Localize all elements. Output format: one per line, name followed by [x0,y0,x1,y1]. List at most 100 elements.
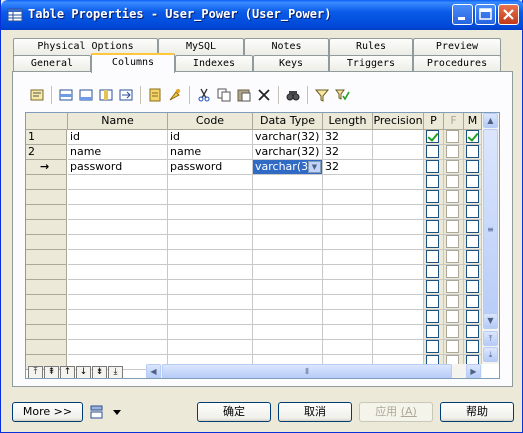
tab-rules[interactable]: Rules [329,38,413,56]
table-cell[interactable] [323,310,373,325]
column-header-name[interactable]: Name [68,113,168,130]
row-header[interactable] [26,340,67,355]
table-cell[interactable] [373,175,424,190]
checkbox-p[interactable] [426,250,439,263]
table-cell[interactable]: id [168,130,253,145]
table-cell[interactable] [68,265,168,280]
table-cell[interactable]: password [68,160,168,175]
ok-button[interactable]: 确定 [197,402,271,422]
delete-icon[interactable] [254,85,274,105]
row-header[interactable] [26,220,67,235]
checkbox-m[interactable] [466,145,479,158]
checkbox-p[interactable] [426,130,439,143]
scroll-page-down-button[interactable]: ⤓ [483,347,498,362]
row-header[interactable] [26,265,67,280]
scroll-right-button[interactable]: ▶ [466,364,481,378]
row-header[interactable]: 1 [26,130,67,145]
insert-row-icon[interactable] [56,85,76,105]
row-header[interactable] [26,250,67,265]
help-button[interactable]: 帮助 [440,402,514,422]
row-header[interactable] [26,235,67,250]
table-cell[interactable] [323,265,373,280]
checkbox-m[interactable] [466,265,479,278]
table-cell[interactable] [168,265,253,280]
checkbox-m[interactable] [466,130,479,143]
table-cell[interactable] [253,325,323,340]
find-icon[interactable] [283,85,303,105]
table-cell[interactable] [373,160,424,175]
checkbox-f[interactable] [446,250,459,263]
add-row-icon[interactable] [76,85,96,105]
table-cell[interactable] [68,310,168,325]
table-cell[interactable] [168,280,253,295]
checkbox-p[interactable] [426,295,439,308]
row-header[interactable]: → [26,160,67,175]
tab-notes[interactable]: Notes [244,38,329,56]
checkbox-f[interactable] [446,220,459,233]
table-cell[interactable] [68,325,168,340]
table-cell[interactable] [323,340,373,355]
row-header[interactable] [26,175,67,190]
table-cell[interactable] [323,205,373,220]
table-cell[interactable] [373,220,424,235]
cut-icon[interactable] [194,85,214,105]
checkbox-m[interactable] [466,325,479,338]
table-cell[interactable] [323,235,373,250]
table-cell[interactable] [253,235,323,250]
checkbox-f[interactable] [446,310,459,323]
tab-columns[interactable]: Columns [91,53,175,73]
paste-icon[interactable] [234,85,254,105]
table-cell[interactable] [253,205,323,220]
move-page-down-button[interactable]: ⇟ [92,366,107,378]
scroll-up-button[interactable]: ▲ [483,113,498,128]
vertical-scrollbar[interactable]: ▲ ≡ ▼ ⤒ ⤓ [482,113,499,364]
row-header[interactable] [26,280,67,295]
row-header[interactable] [26,205,67,220]
filter-icon[interactable] [312,85,332,105]
table-cell[interactable]: name [168,145,253,160]
checkbox-m[interactable] [466,340,479,353]
table-cell[interactable] [168,325,253,340]
checkbox-m[interactable] [466,160,479,173]
table-cell[interactable] [253,295,323,310]
columns-grid[interactable]: Name Code Data Type Length Precision P F… [25,112,500,379]
table-cell[interactable] [323,325,373,340]
table-cell[interactable] [373,325,424,340]
checkbox-p[interactable] [426,340,439,353]
table-cell[interactable] [253,220,323,235]
checkbox-f[interactable] [446,130,459,143]
table-cell[interactable]: name [68,145,168,160]
table-cell[interactable] [168,340,253,355]
create-domain-icon[interactable] [145,85,165,105]
table-cell[interactable] [68,175,168,190]
horizontal-scrollbar[interactable]: ◀ ⦀ ▶ [146,364,482,378]
checkbox-f[interactable] [446,190,459,203]
data-type-dropdown[interactable]: varchar(32 ▼ [253,160,323,175]
table-cell[interactable] [373,340,424,355]
checkbox-p[interactable] [426,310,439,323]
replace-columns-icon[interactable] [116,85,136,105]
title-bar[interactable]: Table Properties - User_Power (User_Powe… [1,0,523,30]
table-cell[interactable] [68,295,168,310]
table-cell[interactable] [373,205,424,220]
checkbox-p[interactable] [426,190,439,203]
table-cell[interactable] [323,295,373,310]
checkbox-p[interactable] [426,265,439,278]
checkbox-f[interactable] [446,340,459,353]
table-cell[interactable]: id [68,130,168,145]
row-header[interactable] [26,190,67,205]
move-top-button[interactable]: ⤒ [28,366,43,378]
checkbox-f[interactable] [446,280,459,293]
table-cell[interactable]: varchar(32) [253,145,323,160]
table-cell[interactable] [168,175,253,190]
table-cell[interactable] [168,235,253,250]
checkbox-f[interactable] [446,160,459,173]
reuse-domain-icon[interactable] [165,85,185,105]
checkbox-p[interactable] [426,280,439,293]
apply-button[interactable]: 应用 (A) [359,402,433,422]
column-header-p[interactable]: P [424,113,444,130]
table-cell[interactable] [68,280,168,295]
checkbox-p[interactable] [426,175,439,188]
table-cell[interactable]: 32 [323,160,373,175]
table-cell[interactable] [168,205,253,220]
